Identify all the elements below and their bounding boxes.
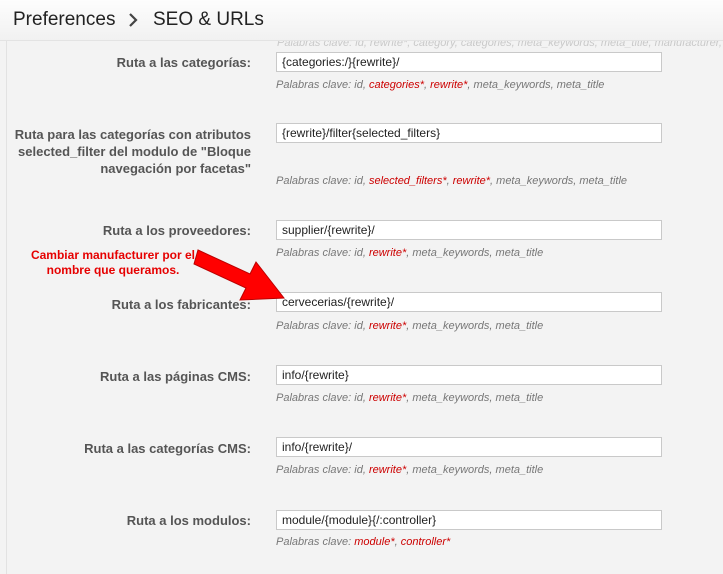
route-label-modules: Ruta a los modulos: [126, 513, 251, 528]
keywords-hint: Palabras clave: id, selected_filters*, r… [276, 175, 628, 187]
required-keyword: module* [354, 536, 395, 548]
required-keyword: rewrite* [452, 175, 491, 187]
route-label-cms-categories: Ruta a las categorías CMS: [84, 441, 251, 456]
route-input-categories[interactable]: {categories:/}{rewrite}/ [276, 52, 662, 72]
route-input-modules[interactable]: module/{module}{/:controller} [276, 510, 662, 530]
route-label-categories: Ruta a las categorías: [116, 55, 251, 70]
keyword: meta_title [495, 320, 544, 332]
required-keyword: rewrite* [368, 320, 407, 332]
page: Palabras clave: id, rewrite*, category, … [0, 0, 723, 574]
route-input-cms-categories[interactable]: info/{rewrite}/ [276, 437, 662, 457]
keywords-prefix: Palabras clave: [276, 392, 355, 404]
keywords-hint: Palabras clave: id, rewrite*, meta_keywo… [276, 320, 544, 332]
keyword: meta_keywords [496, 175, 574, 187]
keyword: id [354, 320, 363, 332]
keyword: meta_keywords [412, 320, 490, 332]
keyword: id [354, 464, 363, 476]
breadcrumb: Preferences SEO & URLs [0, 0, 723, 41]
keyword: meta_title [495, 464, 544, 476]
keyword: meta_title [495, 392, 544, 404]
keywords-prefix: Palabras clave: [276, 464, 355, 476]
annotation-note: Cambiar manufacturer por el nombre que q… [30, 248, 196, 277]
keyword: meta_title [495, 247, 544, 259]
required-keyword: rewrite* [368, 392, 407, 404]
keyword: id [354, 247, 363, 259]
breadcrumb-parent[interactable]: Preferences [13, 9, 115, 31]
required-keyword: controller* [400, 536, 451, 548]
keywords-prefix: Palabras clave: [276, 175, 355, 187]
keyword: meta_keywords [412, 247, 490, 259]
keywords-prefix: Palabras clave: [276, 536, 355, 548]
keyword: id [354, 79, 363, 91]
route-input-faceted-categories[interactable]: {rewrite}/filter{selected_filters} [276, 123, 662, 143]
keyword: meta_title [556, 79, 605, 91]
route-input-cms-pages[interactable]: info/{rewrite} [276, 365, 662, 385]
keyword: meta_keywords [412, 464, 490, 476]
route-input-suppliers[interactable]: supplier/{rewrite}/ [276, 220, 662, 240]
keyword: meta_keywords [412, 392, 490, 404]
keyword: meta_title [579, 175, 628, 187]
required-keyword: rewrite* [430, 79, 468, 91]
chevron-right-icon [129, 13, 138, 27]
keyword: id [354, 175, 363, 187]
keywords-hint: Palabras clave: module*, controller* [276, 536, 451, 548]
keyword: id [354, 392, 363, 404]
required-keyword: categories* [368, 79, 424, 91]
red-arrow-icon [193, 249, 285, 301]
keywords-hint: Palabras clave: id, rewrite*, meta_keywo… [276, 464, 544, 476]
keywords-hint: Palabras clave: id, rewrite*, meta_keywo… [276, 247, 544, 259]
required-keyword: rewrite* [368, 247, 407, 259]
keywords-prefix: Palabras clave: [276, 79, 355, 91]
required-keyword: rewrite* [368, 464, 407, 476]
keywords-prefix: Palabras clave: [276, 320, 355, 332]
required-keyword: selected_filters* [368, 175, 447, 187]
page-title: SEO & URLs [153, 9, 264, 30]
keywords-hint: Palabras clave: id, categories*, rewrite… [276, 79, 605, 91]
route-label-faceted-categories: Ruta para las categorías con atributos s… [14, 127, 251, 176]
route-input-manufacturers[interactable]: cervecerias/{rewrite}/ [276, 292, 662, 312]
keyword: meta_keywords [473, 79, 551, 91]
keywords-hint: Palabras clave: id, rewrite*, meta_keywo… [276, 392, 544, 404]
route-label-cms-pages: Ruta a las páginas CMS: [100, 369, 251, 384]
